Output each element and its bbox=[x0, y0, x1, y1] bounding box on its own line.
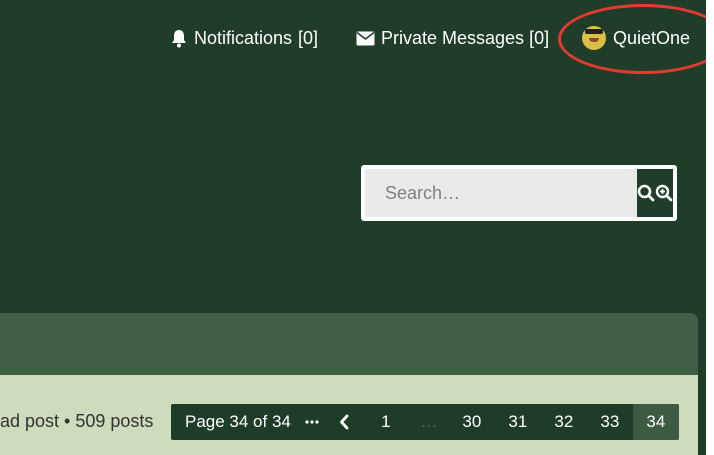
bell-icon bbox=[172, 29, 186, 47]
pagination: Page 34 of 34 1 … 30 31 32 33 34 bbox=[171, 404, 679, 440]
highlight-annotation bbox=[558, 4, 714, 74]
search-button[interactable] bbox=[637, 169, 655, 217]
advanced-search-button[interactable] bbox=[655, 169, 673, 217]
chevron-left-icon bbox=[339, 414, 349, 430]
search-box bbox=[361, 165, 677, 221]
page-link-32[interactable]: 32 bbox=[541, 404, 587, 440]
ellipsis-icon bbox=[305, 420, 319, 424]
section-header bbox=[0, 313, 698, 375]
top-bar: Notifications [0] Private Messages [0] Q… bbox=[0, 0, 714, 80]
advanced-search-icon bbox=[655, 184, 673, 202]
page-link-30[interactable]: 30 bbox=[449, 404, 495, 440]
search-icon bbox=[637, 184, 655, 202]
topic-stats: ad post • 509 posts bbox=[0, 411, 154, 431]
page-link-1[interactable]: 1 bbox=[363, 404, 409, 440]
page-link-31[interactable]: 31 bbox=[495, 404, 541, 440]
scrollbar-edge bbox=[706, 0, 714, 455]
previous-page-button[interactable] bbox=[325, 404, 363, 440]
notifications-label: Notifications bbox=[194, 27, 293, 48]
private-messages-label: Private Messages bbox=[381, 27, 525, 48]
page-link-33[interactable]: 33 bbox=[587, 404, 633, 440]
page-current-34: 34 bbox=[632, 404, 679, 440]
notifications-link[interactable]: Notifications [0] bbox=[170, 26, 318, 50]
private-messages-link[interactable]: Private Messages [0] bbox=[356, 26, 549, 50]
page-ellipsis: … bbox=[420, 412, 438, 431]
search-input[interactable] bbox=[365, 169, 637, 217]
pagination-label[interactable]: Page 34 of 34 bbox=[171, 404, 299, 440]
notifications-count: [0] bbox=[298, 27, 319, 48]
envelope-icon bbox=[356, 31, 375, 45]
private-messages-count: [0] bbox=[529, 27, 550, 48]
page-jump-button[interactable] bbox=[299, 404, 325, 440]
